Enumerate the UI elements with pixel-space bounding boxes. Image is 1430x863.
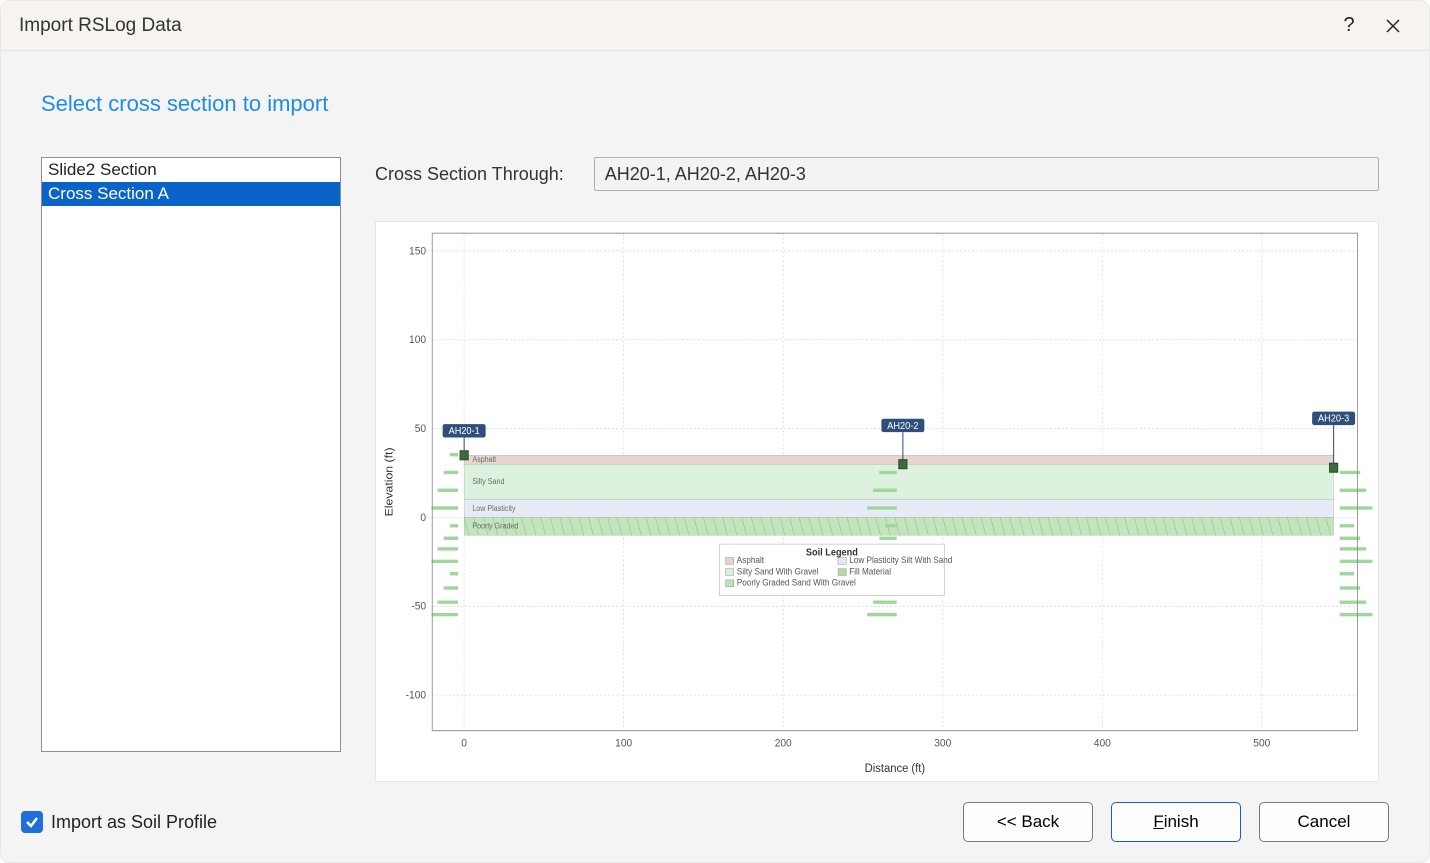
- svg-text:Asphalt: Asphalt: [737, 555, 765, 565]
- svg-text:Elevation (ft): Elevation (ft): [383, 447, 395, 516]
- close-icon: [1386, 19, 1400, 33]
- cancel-button[interactable]: Cancel: [1259, 802, 1389, 842]
- svg-text:400: 400: [1094, 737, 1111, 750]
- import-rslog-dialog: Import RSLog Data ? Select cross section…: [0, 0, 1430, 863]
- svg-text:Asphalt: Asphalt: [472, 455, 497, 464]
- svg-text:-100: -100: [406, 689, 426, 702]
- svg-text:AH20-3: AH20-3: [1318, 413, 1349, 424]
- svg-text:Silty Sand With Gravel: Silty Sand With Gravel: [737, 566, 819, 576]
- checkbox-icon: [21, 811, 43, 833]
- svg-text:0: 0: [420, 511, 426, 524]
- content-row: Slide2 Section Cross Section A Cross Sec…: [41, 157, 1379, 782]
- preview-column: Cross Section Through: AH20-1, AH20-2, A…: [375, 157, 1379, 782]
- svg-text:100: 100: [615, 737, 632, 750]
- svg-text:100: 100: [409, 334, 426, 347]
- titlebar: Import RSLog Data ?: [1, 1, 1429, 51]
- import-as-soil-profile-checkbox[interactable]: Import as Soil Profile: [21, 811, 217, 833]
- svg-text:Distance (ft): Distance (ft): [865, 762, 926, 776]
- svg-text:-50: -50: [411, 600, 426, 613]
- svg-text:Poorly Graded Sand With Gravel: Poorly Graded Sand With Gravel: [737, 577, 856, 587]
- svg-text:AH20-1: AH20-1: [449, 426, 480, 437]
- svg-text:Low Plasticity Silt With Sand: Low Plasticity Silt With Sand: [849, 555, 952, 565]
- svg-text:Low Plasticity: Low Plasticity: [472, 504, 516, 513]
- finish-button[interactable]: Finish: [1111, 802, 1241, 842]
- cross-section-listbox[interactable]: Slide2 Section Cross Section A: [41, 157, 341, 752]
- cross-section-through-value: AH20-1, AH20-2, AH20-3: [605, 164, 806, 185]
- cross-section-through-label: Cross Section Through:: [375, 164, 564, 185]
- help-button[interactable]: ?: [1331, 8, 1367, 44]
- cross-section-svg: -100 -50 0 50 100 150 0 100 200 300 400 500 Distance…: [376, 222, 1378, 781]
- close-button[interactable]: [1375, 8, 1411, 44]
- svg-text:Silty Sand: Silty Sand: [472, 477, 504, 486]
- page-heading: Select cross section to import: [41, 91, 1379, 117]
- svg-text:150: 150: [409, 245, 426, 258]
- svg-text:200: 200: [775, 737, 792, 750]
- svg-text:0: 0: [461, 737, 467, 750]
- window-title: Import RSLog Data: [19, 15, 1323, 37]
- cross-section-through-field: AH20-1, AH20-2, AH20-3: [594, 157, 1379, 191]
- dialog-body: Select cross section to import Slide2 Se…: [1, 51, 1429, 792]
- cross-section-through-row: Cross Section Through: AH20-1, AH20-2, A…: [375, 157, 1379, 191]
- svg-text:AH20-2: AH20-2: [887, 420, 918, 431]
- list-header[interactable]: Slide2 Section: [42, 158, 340, 182]
- svg-text:500: 500: [1253, 737, 1270, 750]
- svg-text:Poorly Graded: Poorly Graded: [472, 521, 518, 530]
- finish-button-label: Finish: [1153, 812, 1198, 832]
- svg-text:300: 300: [934, 737, 951, 750]
- back-button-label: << Back: [997, 812, 1059, 832]
- back-button[interactable]: << Back: [963, 802, 1093, 842]
- import-as-soil-profile-label: Import as Soil Profile: [51, 812, 217, 833]
- cancel-button-label: Cancel: [1298, 812, 1351, 832]
- help-icon: ?: [1343, 14, 1354, 37]
- svg-text:50: 50: [415, 423, 426, 436]
- svg-text:Fill Material: Fill Material: [849, 566, 891, 576]
- cross-section-chart: -100 -50 0 50 100 150 0 100 200 300 400 500 Distance…: [375, 221, 1379, 782]
- list-item[interactable]: Cross Section A: [42, 182, 340, 206]
- dialog-footer: Import as Soil Profile << Back Finish Ca…: [1, 792, 1429, 862]
